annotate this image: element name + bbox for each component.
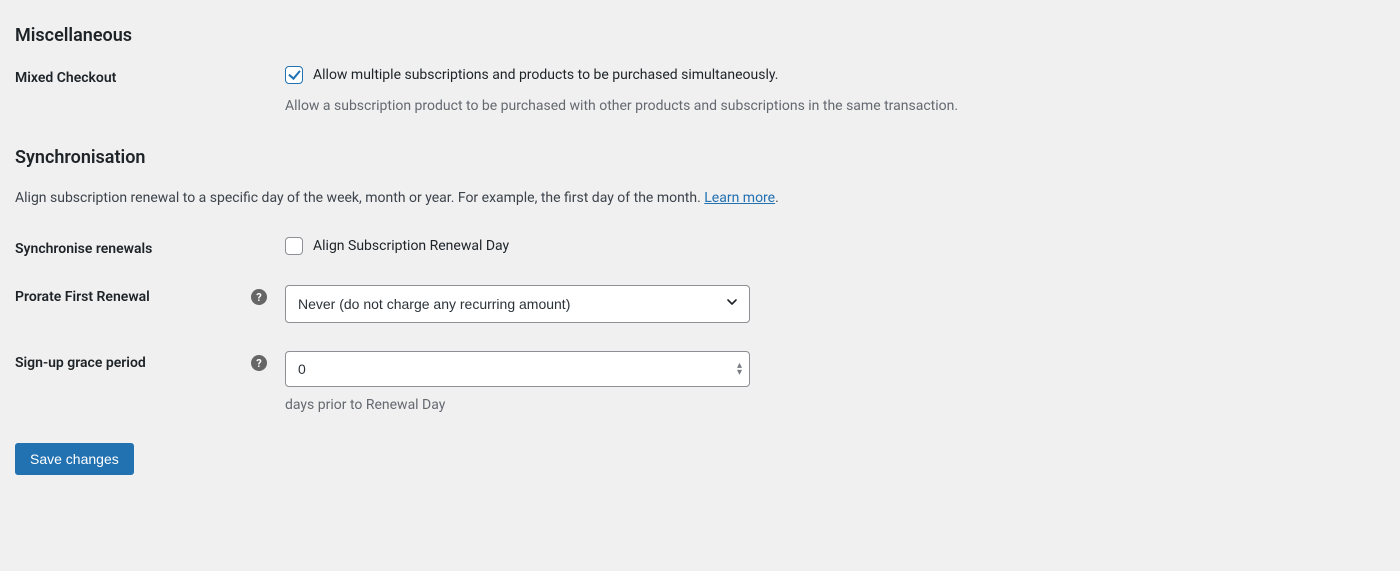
label-sync-renewals: Synchronise renewals (15, 237, 285, 257)
heading-miscellaneous: Miscellaneous (15, 25, 1385, 46)
section-synchronisation: Synchronisation Align subscription renew… (15, 147, 1385, 413)
link-learn-more[interactable]: Learn more (704, 190, 775, 206)
label-prorate: Prorate First Renewal (15, 289, 150, 305)
sync-desc-suffix: . (775, 190, 779, 206)
input-grace-period[interactable] (285, 351, 750, 387)
content-mixed-checkout: Allow multiple subscriptions and product… (285, 66, 1385, 117)
section-miscellaneous: Miscellaneous Mixed Checkout Allow multi… (15, 25, 1385, 117)
label-mixed-checkout: Mixed Checkout (15, 66, 285, 86)
checkbox-line-mixed-checkout[interactable]: Allow multiple subscriptions and product… (285, 66, 1385, 84)
label-wrap-grace: Sign-up grace period ? (15, 351, 285, 371)
description-mixed-checkout: Allow a subscription product to be purch… (285, 96, 1385, 117)
content-grace: ▴▾ days prior to Renewal Day (285, 351, 1385, 413)
label-wrap-prorate: Prorate First Renewal ? (15, 285, 285, 305)
checkbox-label-mixed-checkout: Allow multiple subscriptions and product… (313, 67, 778, 83)
select-prorate[interactable]: Never (do not charge any recurring amoun… (285, 285, 750, 323)
row-prorate: Prorate First Renewal ? Never (do not ch… (15, 285, 1385, 323)
checkbox-sync-renewals[interactable] (285, 237, 303, 255)
heading-synchronisation: Synchronisation (15, 147, 1385, 168)
label-grace: Sign-up grace period (15, 355, 146, 371)
row-grace-period: Sign-up grace period ? ▴▾ days prior to … (15, 351, 1385, 413)
description-synchronisation: Align subscription renewal to a specific… (15, 188, 1385, 209)
row-mixed-checkout: Mixed Checkout Allow multiple subscripti… (15, 66, 1385, 117)
content-sync-renewals: Align Subscription Renewal Day (285, 237, 1385, 255)
suffix-grace: days prior to Renewal Day (285, 397, 1385, 413)
checkbox-line-sync-renewals[interactable]: Align Subscription Renewal Day (285, 237, 1385, 255)
checkbox-mixed-checkout[interactable] (285, 66, 303, 84)
help-icon[interactable]: ? (251, 355, 267, 371)
sync-desc-prefix: Align subscription renewal to a specific… (15, 190, 704, 206)
checkbox-label-sync-renewals: Align Subscription Renewal Day (313, 238, 509, 254)
save-button[interactable]: Save changes (15, 443, 134, 475)
content-prorate: Never (do not charge any recurring amoun… (285, 285, 1385, 323)
row-sync-renewals: Synchronise renewals Align Subscription … (15, 237, 1385, 257)
help-icon[interactable]: ? (251, 289, 267, 305)
